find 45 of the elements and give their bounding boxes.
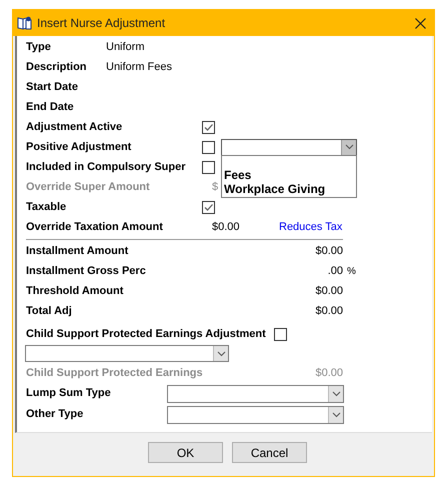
field-label: Type: [26, 40, 52, 55]
field-label: Adjustment Active: [26, 120, 124, 135]
reduces-tax-link[interactable]: Reduces Tax: [279, 218, 342, 236]
dropdown[interactable]: [221, 138, 357, 156]
checkbox[interactable]: [202, 200, 215, 214]
field-label: Taxable: [26, 200, 68, 215]
field-label: Child Support Protected Earnings Adjustment: [26, 326, 266, 342]
field-label: Override Super Amount: [26, 180, 151, 195]
field-label: Start Date: [26, 80, 79, 95]
dialog-button[interactable]: Cancel: [232, 442, 307, 463]
field-label: Included in Compulsory Super: [26, 160, 187, 175]
checkbox[interactable]: [202, 140, 215, 154]
dropdown[interactable]: [167, 384, 344, 402]
field-label: Positive Adjustment: [26, 140, 132, 155]
field-label: Total Adj: [26, 304, 73, 319]
field-label: Child Support Protected Earnings: [26, 366, 204, 381]
field-value: Uniform: [106, 40, 145, 55]
field-label: Installment Amount: [26, 244, 130, 259]
field-label: Override Taxation Amount: [26, 220, 164, 235]
window-title: Insert Nurse Adjustment: [37, 15, 166, 32]
amount-value: $0.00: [314, 304, 343, 319]
amount-value: $: [212, 180, 218, 195]
amount-value: $0.00: [314, 284, 343, 299]
field-label: Other Type: [26, 407, 84, 422]
dropdown-option[interactable]: Workplace Giving: [222, 182, 356, 196]
app-icon: [17, 16, 32, 30]
amount-value: $0.00: [212, 220, 240, 235]
field-label: End Date: [26, 100, 75, 115]
amount-value: $0.00: [314, 366, 343, 381]
amount-value: .00: [326, 264, 343, 279]
dropdown[interactable]: [167, 406, 344, 424]
field-label: Installment Gross Perc: [26, 264, 147, 279]
amount-value: $0.00: [314, 244, 343, 259]
dropdown-option[interactable]: Fees: [222, 168, 356, 182]
field-label: Description: [26, 60, 88, 75]
checkbox[interactable]: [274, 328, 287, 340]
unit-label: %: [347, 264, 356, 278]
dropdown[interactable]: [25, 345, 229, 362]
field-value: Uniform Fees: [106, 60, 172, 75]
close-icon[interactable]: [415, 18, 426, 28]
field-label: Threshold Amount: [26, 284, 124, 299]
dialog-button[interactable]: OK: [148, 442, 223, 463]
field-label: Lump Sum Type: [26, 386, 112, 402]
checkbox[interactable]: [202, 120, 215, 134]
checkbox[interactable]: [202, 160, 215, 174]
